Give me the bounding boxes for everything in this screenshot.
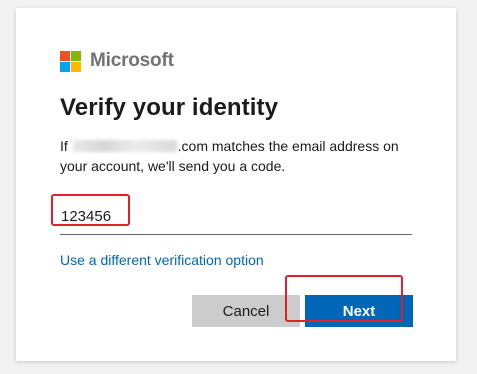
code-field (60, 200, 412, 235)
microsoft-logo: Microsoft (60, 50, 174, 72)
brand-name: Microsoft (90, 50, 174, 71)
redacted-email (72, 140, 177, 152)
different-verification-option-link[interactable]: Use a different verification option (60, 252, 264, 268)
microsoft-logo-icon (60, 50, 81, 72)
verification-description: If .com matches the email address on you… (60, 136, 420, 176)
verification-code-input[interactable] (60, 200, 412, 233)
description-prefix: If (60, 138, 72, 154)
page-title: Verify your identity (60, 94, 279, 121)
verify-identity-dialog: Microsoft Verify your identity If .com m… (16, 8, 456, 361)
next-button[interactable]: Next (305, 295, 413, 327)
cancel-button[interactable]: Cancel (192, 295, 300, 327)
